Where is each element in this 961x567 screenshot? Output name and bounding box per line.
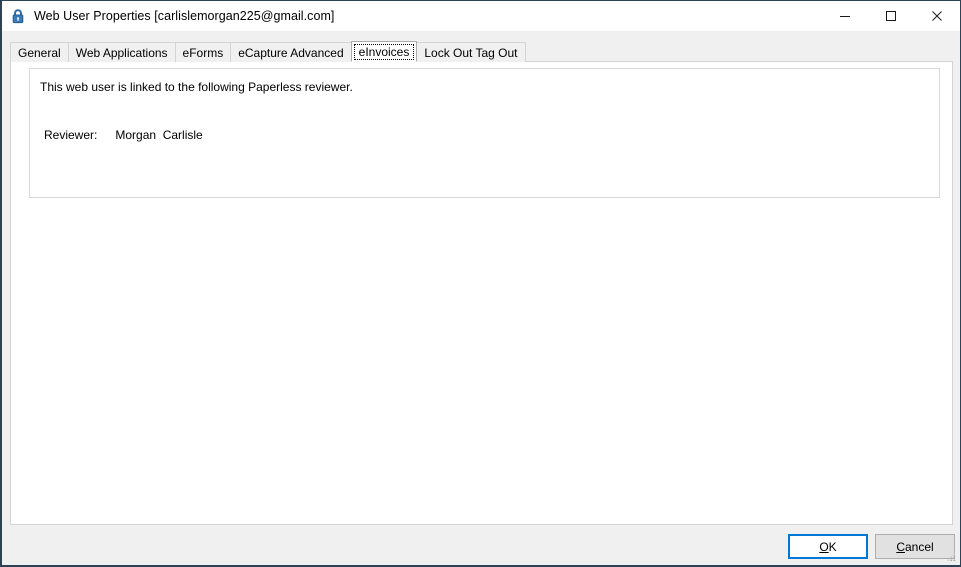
reviewer-row: Reviewer: Morgan Carlisle bbox=[44, 128, 203, 142]
padlock-icon bbox=[10, 8, 26, 24]
resize-grip[interactable] bbox=[945, 550, 957, 562]
reviewer-panel: This web user is linked to the following… bbox=[29, 68, 940, 198]
tab-label: eForms bbox=[182, 45, 224, 60]
reviewer-value: Morgan Carlisle bbox=[115, 128, 203, 142]
tab-page-einvoices: This web user is linked to the following… bbox=[10, 61, 953, 525]
minimize-button[interactable] bbox=[822, 1, 868, 31]
cancel-mnemonic: C bbox=[896, 539, 905, 554]
tab-strip: General Web Applications eForms eCapture… bbox=[10, 41, 952, 62]
dialog-footer: OK Cancel bbox=[2, 525, 960, 565]
maximize-button[interactable] bbox=[868, 1, 914, 31]
tab-einvoices[interactable]: eInvoices bbox=[350, 41, 418, 62]
tab-eforms[interactable]: eForms bbox=[174, 42, 232, 62]
tab-label: Web Applications bbox=[75, 45, 168, 60]
title-bar: Web User Properties [carlislemorgan225@g… bbox=[2, 1, 960, 31]
tab-general[interactable]: General bbox=[10, 42, 69, 62]
close-button[interactable] bbox=[914, 1, 960, 31]
tab-label: General bbox=[18, 45, 61, 60]
cancel-button[interactable]: Cancel bbox=[875, 534, 955, 559]
tab-lock-out-tag-out[interactable]: Lock Out Tag Out bbox=[416, 42, 526, 62]
cancel-button-label: Cancel bbox=[896, 539, 934, 554]
ok-button-label: OK bbox=[819, 539, 837, 554]
minimize-icon bbox=[839, 10, 851, 22]
tab-ecapture-advanced[interactable]: eCapture Advanced bbox=[230, 42, 352, 62]
close-icon bbox=[931, 10, 943, 22]
panel-description: This web user is linked to the following… bbox=[40, 80, 353, 94]
maximize-icon bbox=[885, 10, 897, 22]
tab-label: Lock Out Tag Out bbox=[424, 45, 518, 60]
ok-mnemonic: O bbox=[819, 539, 829, 554]
tab-label: eInvoices bbox=[358, 44, 410, 59]
web-user-properties-window: Web User Properties [carlislemorgan225@g… bbox=[0, 0, 961, 567]
window-controls bbox=[822, 1, 960, 31]
reviewer-label: Reviewer: bbox=[44, 128, 98, 142]
tab-label: eCapture Advanced bbox=[238, 45, 344, 60]
window-title: Web User Properties [carlislemorgan225@g… bbox=[34, 9, 335, 23]
tab-web-applications[interactable]: Web Applications bbox=[67, 42, 176, 62]
ok-button[interactable]: OK bbox=[788, 534, 868, 559]
